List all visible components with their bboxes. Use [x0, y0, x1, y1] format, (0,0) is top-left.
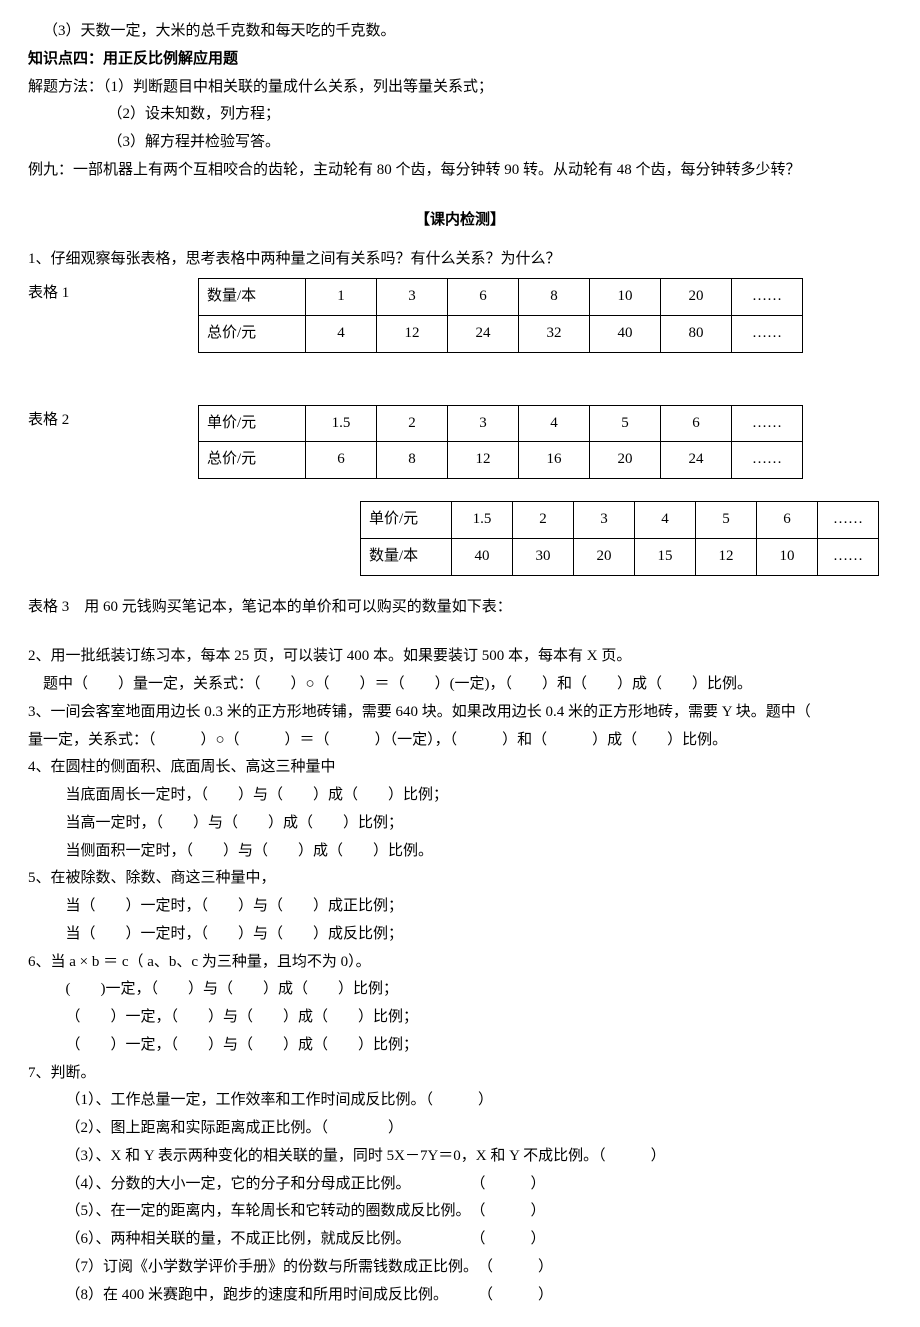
cell: 8 — [377, 442, 448, 479]
cell: 20 — [574, 538, 635, 575]
table2-row: 表格 2 单价/元 1.5 2 3 4 5 6 …… 总价/元 6 8 12 1… — [28, 401, 892, 498]
cell: 6 — [448, 279, 519, 316]
cell: 80 — [661, 315, 732, 352]
table-row: 数量/本 40 30 20 15 12 10 …… — [361, 538, 879, 575]
q7-i8: （8）在 400 米赛跑中，跑步的速度和所用时间成反比例。 （ ） — [28, 1282, 892, 1310]
table3-wrap: 单价/元 1.5 2 3 4 5 6 …… 数量/本 40 30 20 15 1… — [360, 501, 892, 576]
cell: 3 — [574, 502, 635, 539]
cell: …… — [818, 502, 879, 539]
q4-l2: 当底面周长一定时，（ ）与（ ）成（ ）比例； — [28, 782, 892, 810]
table-row: 数量/本 1 3 6 8 10 20 …… — [199, 279, 803, 316]
q5-l3: 当（ ）一定时，（ ）与（ ）成反比例； — [28, 921, 892, 949]
cell: 12 — [696, 538, 757, 575]
t3-r2h: 数量/本 — [361, 538, 452, 575]
table1-label: 表格 1 — [28, 274, 198, 308]
q7-l1: 7、判断。 — [28, 1060, 892, 1088]
cell: 10 — [590, 279, 661, 316]
cell: 1.5 — [452, 502, 513, 539]
cell: 24 — [448, 315, 519, 352]
q3-l2: 量一定，关系式：（ ）○（ ）＝（ ）（一定），（ ）和（ ）成（ ）比例。 — [28, 727, 892, 755]
q7-i7: （7）订阅《小学数学评价手册》的份数与所需钱数成正比例。 （ ） — [28, 1254, 892, 1282]
q3-l1: 3、一间会客室地面用边长 0.3 米的正方形地砖铺，需要 640 块。如果改用边… — [28, 699, 892, 727]
method-lead: 解题方法：（1）判断题目中相关联的量成什么关系，列出等量关系式； — [28, 74, 892, 102]
cell: 12 — [377, 315, 448, 352]
table1-row: 表格 1 数量/本 1 3 6 8 10 20 …… 总价/元 4 12 24 … — [28, 274, 892, 371]
cell: …… — [732, 315, 803, 352]
q4-l1: 4、在圆柱的侧面积、底面周长、高这三种量中 — [28, 754, 892, 782]
intro-item3: （3）天数一定，大米的总千克数和每天吃的千克数。 — [28, 18, 892, 46]
q6-l3: （ ）一定，（ ）与（ ）成（ ）比例； — [28, 1004, 892, 1032]
t1-r2h: 总价/元 — [199, 315, 306, 352]
cell: 32 — [519, 315, 590, 352]
cell: 5 — [696, 502, 757, 539]
cell: 15 — [635, 538, 696, 575]
cell: 2 — [513, 502, 574, 539]
table-3: 单价/元 1.5 2 3 4 5 6 …… 数量/本 40 30 20 15 1… — [360, 501, 879, 576]
q7-i5: （5）、在一定的距离内，车轮周长和它转动的圈数成反比例。 （ ） — [28, 1198, 892, 1226]
cell: 16 — [519, 442, 590, 479]
table2-label: 表格 2 — [28, 401, 198, 435]
q4-l4: 当侧面积一定时，（ ）与（ ）成（ ）比例。 — [28, 838, 892, 866]
table3-label: 表格 3 用 60 元钱购买笔记本，笔记本的单价和可以购买的数量如下表： — [28, 594, 892, 622]
cell: 6 — [661, 405, 732, 442]
cell: 10 — [757, 538, 818, 575]
q7-i6: （6）、两种相关联的量，不成正比例，就成反比例。 （ ） — [28, 1226, 892, 1254]
cell: …… — [818, 538, 879, 575]
q1-prompt: 1、仔细观察每张表格，思考表格中两种量之间有关系吗？有什么关系？为什么？ — [28, 246, 892, 274]
q6-l4: （ ）一定，（ ）与（ ）成（ ）比例； — [28, 1032, 892, 1060]
q7-i2: （2）、图上距离和实际距离成正比例。（ ） — [28, 1115, 892, 1143]
t3-r1h: 单价/元 — [361, 502, 452, 539]
section-title: 【课内检测】 — [28, 207, 892, 235]
cell: 1.5 — [306, 405, 377, 442]
cell: …… — [732, 405, 803, 442]
q7-i1: （1）、工作总量一定，工作效率和工作时间成反比例。（ ） — [28, 1087, 892, 1115]
method-2: （2）设未知数，列方程； — [28, 101, 892, 129]
cell: 4 — [635, 502, 696, 539]
cell: …… — [732, 279, 803, 316]
cell: 5 — [590, 405, 661, 442]
q5-l2: 当（ ）一定时，（ ）与（ ）成正比例； — [28, 893, 892, 921]
kp4-title: 知识点四：用正反比例解应用题 — [28, 46, 892, 74]
t1-r1h: 数量/本 — [199, 279, 306, 316]
cell: 1 — [306, 279, 377, 316]
cell: 6 — [306, 442, 377, 479]
table-1: 数量/本 1 3 6 8 10 20 …… 总价/元 4 12 24 32 40… — [198, 278, 803, 353]
cell: 8 — [519, 279, 590, 316]
cell: 3 — [377, 279, 448, 316]
cell: …… — [732, 442, 803, 479]
table-row: 单价/元 1.5 2 3 4 5 6 …… — [361, 502, 879, 539]
cell: 6 — [757, 502, 818, 539]
t2-r2h: 总价/元 — [199, 442, 306, 479]
cell: 20 — [661, 279, 732, 316]
q2-l1: 2、用一批纸装订练习本，每本 25 页，可以装订 400 本。如果要装订 500… — [28, 643, 892, 671]
cell: 30 — [513, 538, 574, 575]
t2-r1h: 单价/元 — [199, 405, 306, 442]
cell: 2 — [377, 405, 448, 442]
table-row: 单价/元 1.5 2 3 4 5 6 …… — [199, 405, 803, 442]
q5-l1: 5、在被除数、除数、商这三种量中， — [28, 865, 892, 893]
q4-l3: 当高一定时，（ ）与（ ）成（ ）比例； — [28, 810, 892, 838]
table-row: 总价/元 6 8 12 16 20 24 …… — [199, 442, 803, 479]
cell: 3 — [448, 405, 519, 442]
q6-l2: ( )一定，（ ）与（ ）成（ ）比例； — [28, 976, 892, 1004]
cell: 20 — [590, 442, 661, 479]
example-9: 例九：一部机器上有两个互相咬合的齿轮，主动轮有 80 个齿，每分钟转 90 转。… — [28, 157, 892, 185]
cell: 40 — [452, 538, 513, 575]
cell: 40 — [590, 315, 661, 352]
cell: 4 — [519, 405, 590, 442]
q6-l1: 6、当 a × b ＝ c（ a、b、c 为三种量，且均不为 0）。 — [28, 949, 892, 977]
cell: 4 — [306, 315, 377, 352]
cell: 12 — [448, 442, 519, 479]
table-2: 单价/元 1.5 2 3 4 5 6 …… 总价/元 6 8 12 16 20 … — [198, 405, 803, 480]
q7-i3: （3）、X 和 Y 表示两种变化的相关联的量，同时 5X－7Y＝0，X 和 Y … — [28, 1143, 892, 1171]
method-3: （3）解方程并检验写答。 — [28, 129, 892, 157]
q2-l2: 题中（ ）量一定，关系式：（ ）○（ ）＝（ ）(一定)，（ ）和（ ）成（ ）… — [28, 671, 892, 699]
q7-i4: （4）、分数的大小一定，它的分子和分母成正比例。 （ ） — [28, 1171, 892, 1199]
table-row: 总价/元 4 12 24 32 40 80 …… — [199, 315, 803, 352]
cell: 24 — [661, 442, 732, 479]
